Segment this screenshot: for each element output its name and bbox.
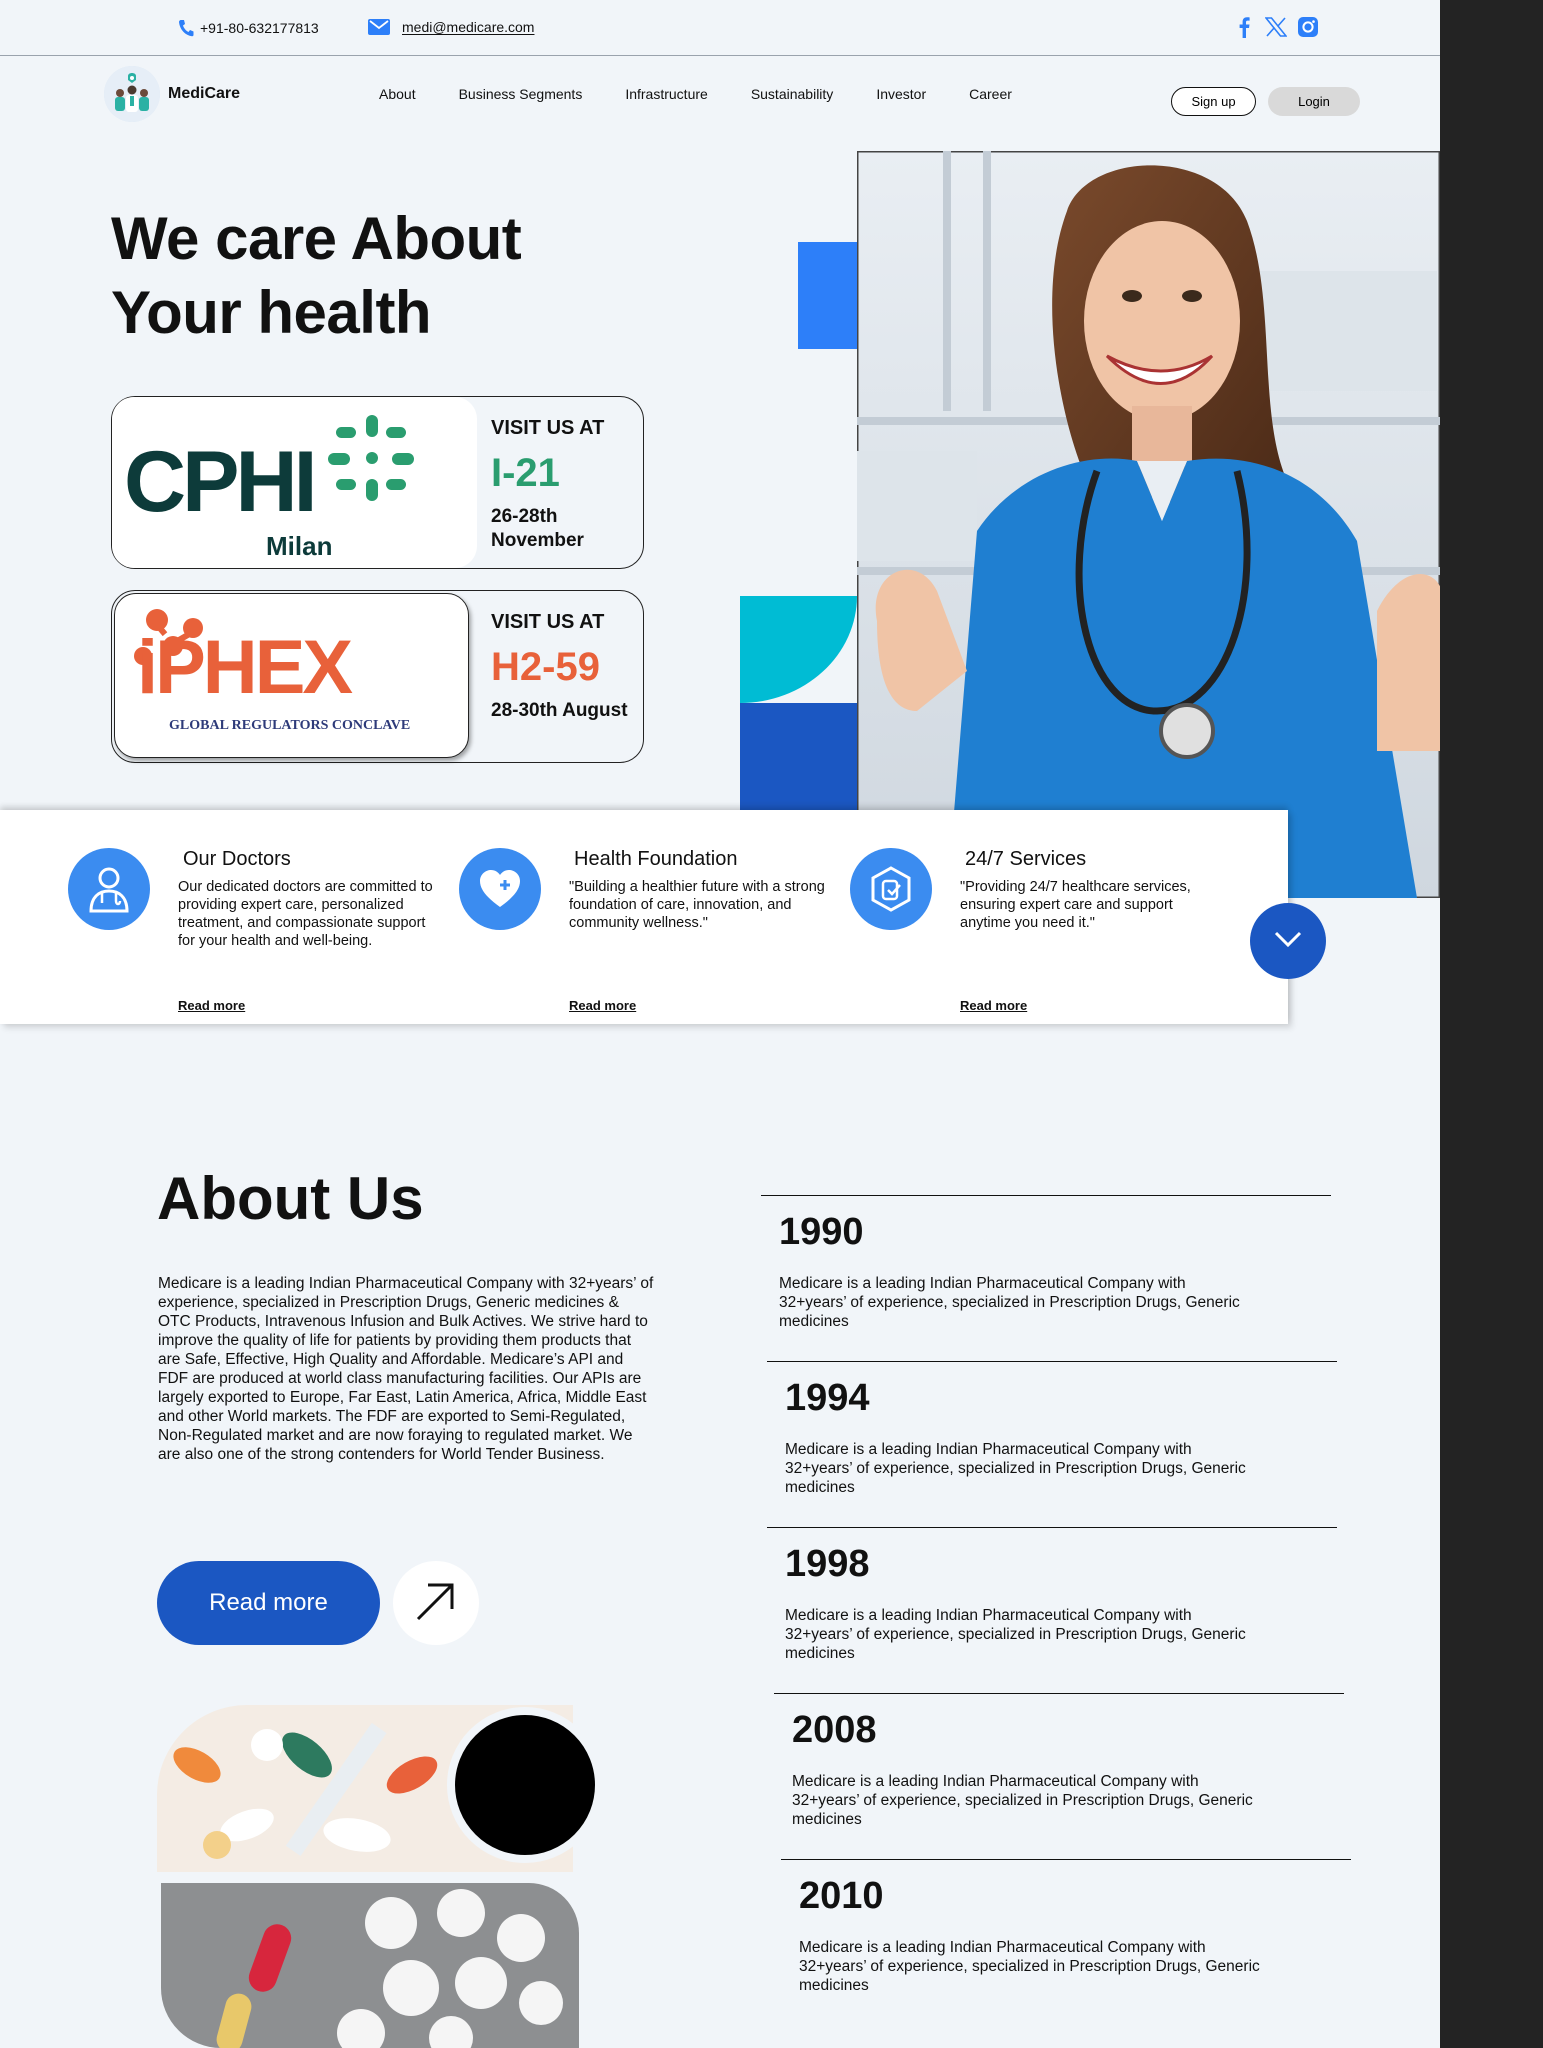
nav-item-investor[interactable]: Investor — [876, 86, 926, 102]
services-strip: Our Doctors Our dedicated doctors are co… — [0, 810, 1288, 1024]
service-title: 24/7 Services — [965, 848, 1087, 870]
shield-check-icon — [850, 848, 932, 930]
timeline-year: 1990 — [779, 1211, 864, 1253]
event-date: 28-30th August — [491, 700, 628, 721]
chevron-down-icon — [1273, 930, 1303, 953]
event-booth: H2-59 — [491, 645, 600, 689]
event-card-cphi[interactable]: CPHI Milan VISIT US AT I-21 26-28th Nove… — [111, 396, 644, 569]
timeline-text: Medicare is a leading Indian Pharmaceuti… — [785, 1607, 1246, 1662]
mail-icon — [368, 19, 390, 35]
timeline-divider — [767, 1361, 1337, 1362]
window-side-panel — [1440, 0, 1543, 2048]
hero-title: We care About Your health — [111, 202, 522, 350]
phone-number: +91-80-632177813 — [200, 20, 319, 36]
hero-title-line2: Your health — [111, 279, 432, 346]
nav-item-infrastructure[interactable]: Infrastructure — [625, 86, 707, 102]
logo-doctors-icon — [104, 66, 160, 122]
heart-plus-icon — [459, 848, 541, 930]
doctor-icon — [68, 848, 150, 930]
timeline-divider — [767, 1527, 1337, 1528]
scroll-down-button[interactable] — [1250, 903, 1326, 979]
service-title: Our Doctors — [183, 848, 291, 870]
iphex-logo-text: iPHEX — [137, 625, 353, 710]
about-text: Medicare is a leading Indian Pharmaceuti… — [158, 1275, 654, 1463]
hero-doctor-image — [857, 151, 1440, 898]
hero-title-line1: We care About — [111, 205, 522, 272]
social-links — [1233, 16, 1319, 38]
top-bar: +91-80-632177813 medi@medicare.com — [0, 0, 1440, 56]
timeline-divider — [781, 1859, 1351, 1860]
event-visit-label: VISIT US AT — [491, 611, 605, 633]
event-booth: I-21 — [491, 451, 560, 495]
page: +91-80-632177813 medi@medicare.com MediC… — [0, 0, 1440, 2048]
timeline-text: Medicare is a leading Indian Pharmaceuti… — [779, 1275, 1240, 1330]
decor-cyan-shape — [740, 596, 857, 703]
iphex-logo-sub: GLOBAL REGULATORS CONCLAVE — [169, 718, 411, 733]
instagram-icon[interactable] — [1297, 16, 1319, 38]
cphi-logo-text: CPHI — [124, 434, 317, 530]
timeline-text: Medicare is a leading Indian Pharmaceuti… — [799, 1939, 1260, 1994]
service-desc: Our dedicated doctors are committed to p… — [178, 879, 433, 949]
read-more-button[interactable]: Read more — [157, 1561, 380, 1645]
service-desc: "Providing 24/7 healthcare services, ens… — [960, 879, 1191, 931]
timeline-text: Medicare is a leading Indian Pharmaceuti… — [785, 1441, 1246, 1496]
timeline-divider — [761, 1195, 1331, 1196]
about-title: About Us — [157, 1165, 424, 1232]
black-circle — [447, 1707, 603, 1863]
nav-item-career[interactable]: Career — [969, 86, 1012, 102]
timeline-year: 1998 — [785, 1543, 870, 1585]
event-visit-label: VISIT US AT — [491, 417, 605, 439]
login-button[interactable]: Login — [1268, 87, 1360, 116]
service-read-more-link[interactable]: Read more — [178, 998, 245, 1013]
service-read-more-link[interactable]: Read more — [960, 998, 1027, 1013]
service-desc: "Building a healthier future with a stro… — [569, 879, 825, 931]
nav-item-sustainability[interactable]: Sustainability — [751, 86, 834, 102]
x-icon[interactable] — [1265, 16, 1287, 38]
email-contact[interactable]: medi@medicare.com — [368, 19, 534, 35]
facebook-icon[interactable] — [1233, 16, 1255, 38]
event-card-iphex[interactable]: iPHEX GLOBAL REGULATORS CONCLAVE VISIT U… — [111, 590, 644, 763]
timeline-text: Medicare is a leading Indian Pharmaceuti… — [792, 1773, 1253, 1828]
main-nav: About Business Segments Infrastructure S… — [379, 86, 1055, 102]
signup-button[interactable]: Sign up — [1171, 87, 1256, 116]
email-address[interactable]: medi@medicare.com — [402, 19, 534, 35]
cphi-logo-sub: Milan — [266, 531, 333, 561]
cphi-logo: CPHI Milan — [112, 397, 477, 568]
brand-logo[interactable]: MediCare — [104, 66, 240, 122]
timeline-year: 2010 — [799, 1875, 884, 1917]
nav-item-business-segments[interactable]: Business Segments — [459, 86, 583, 102]
nav-item-about[interactable]: About — [379, 86, 416, 102]
timeline-year: 2008 — [792, 1709, 877, 1751]
pills-image-2 — [161, 1883, 579, 2048]
decor-dark-square — [740, 703, 857, 810]
brand-name: MediCare — [168, 85, 241, 102]
event-date: 26-28th November — [491, 506, 584, 551]
service-read-more-link[interactable]: Read more — [569, 998, 636, 1013]
arrow-up-right-icon — [414, 1579, 458, 1628]
arrow-button[interactable] — [393, 1561, 479, 1645]
iphex-logo: iPHEX GLOBAL REGULATORS CONCLAVE — [114, 593, 469, 758]
timeline-divider — [774, 1693, 1344, 1694]
phone-icon — [178, 19, 194, 37]
service-title: Health Foundation — [574, 848, 738, 870]
phone-contact[interactable]: +91-80-632177813 — [178, 19, 319, 37]
timeline-year: 1994 — [785, 1377, 870, 1419]
